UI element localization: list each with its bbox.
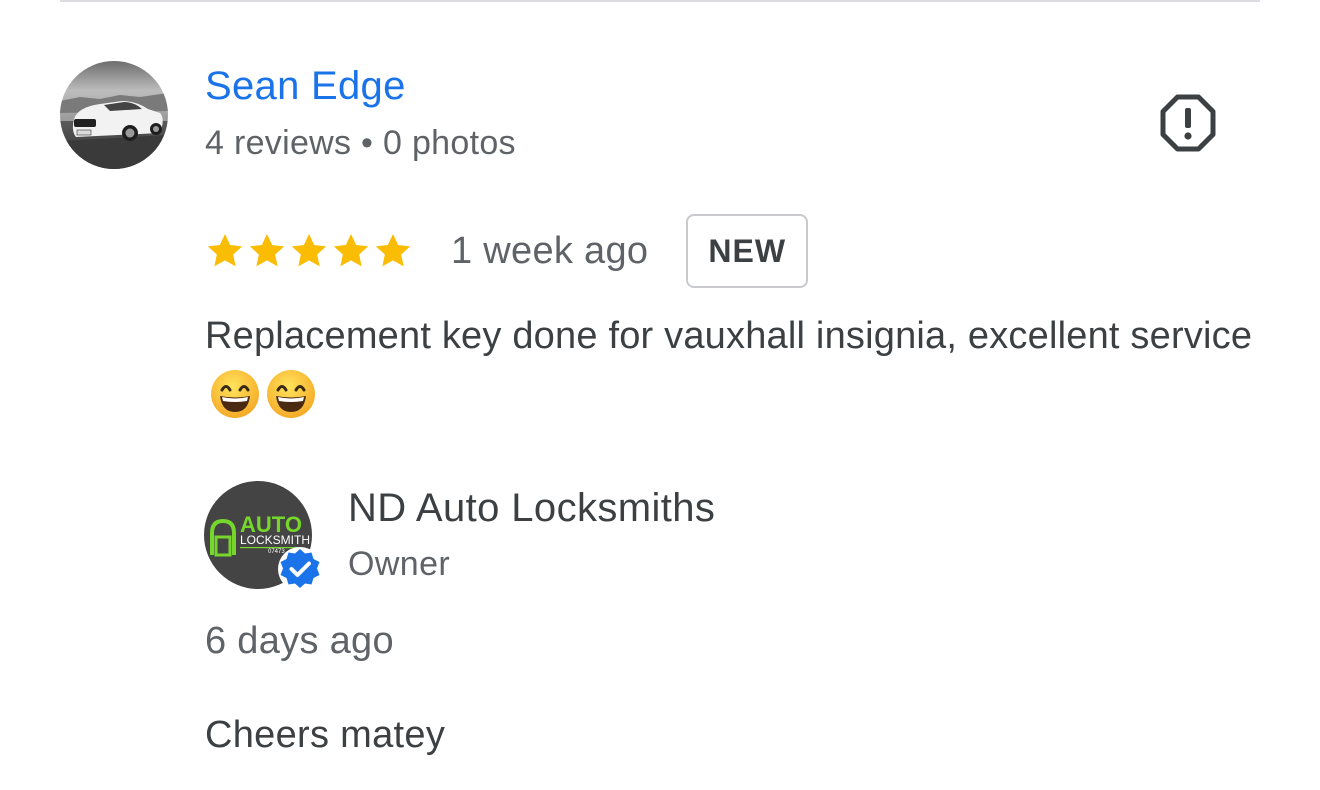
report-octagon-icon [1160,94,1216,152]
owner-role: Owner [348,545,451,583]
car-photo-image [60,61,168,169]
review-time: 1 week ago [451,229,649,272]
new-badge: NEW [686,214,809,288]
star-icon [333,234,369,267]
reply-time: 6 days ago [205,620,394,662]
reply-text: Cheers matey [205,714,446,756]
review-text: Replacement key done for vauxhall insign… [205,306,1265,426]
report-review-button[interactable] [1158,93,1218,153]
reviewer-avatar[interactable] [60,61,168,169]
owner-name: ND Auto Locksmiths [348,486,716,530]
grinning-face-emoji-icon [211,370,259,418]
top-divider [60,0,1260,2]
star-icon [249,234,285,267]
reviewer-name-link[interactable]: Sean Edge [205,64,406,109]
reviewer-meta: 4 reviews • 0 photos [205,124,516,162]
grinning-face-emoji-icon [267,370,315,418]
star-icon [291,234,327,267]
verified-badge-icon [278,547,322,591]
review-body: Replacement key done for vauxhall insign… [205,315,1253,357]
owner-avatar[interactable]: AUTO LOCKSMITH 07473 [204,481,322,591]
rating-row: 1 week ago NEW [205,214,809,288]
star-icon [207,234,243,267]
star-rating [205,231,413,271]
star-icon [375,234,411,267]
